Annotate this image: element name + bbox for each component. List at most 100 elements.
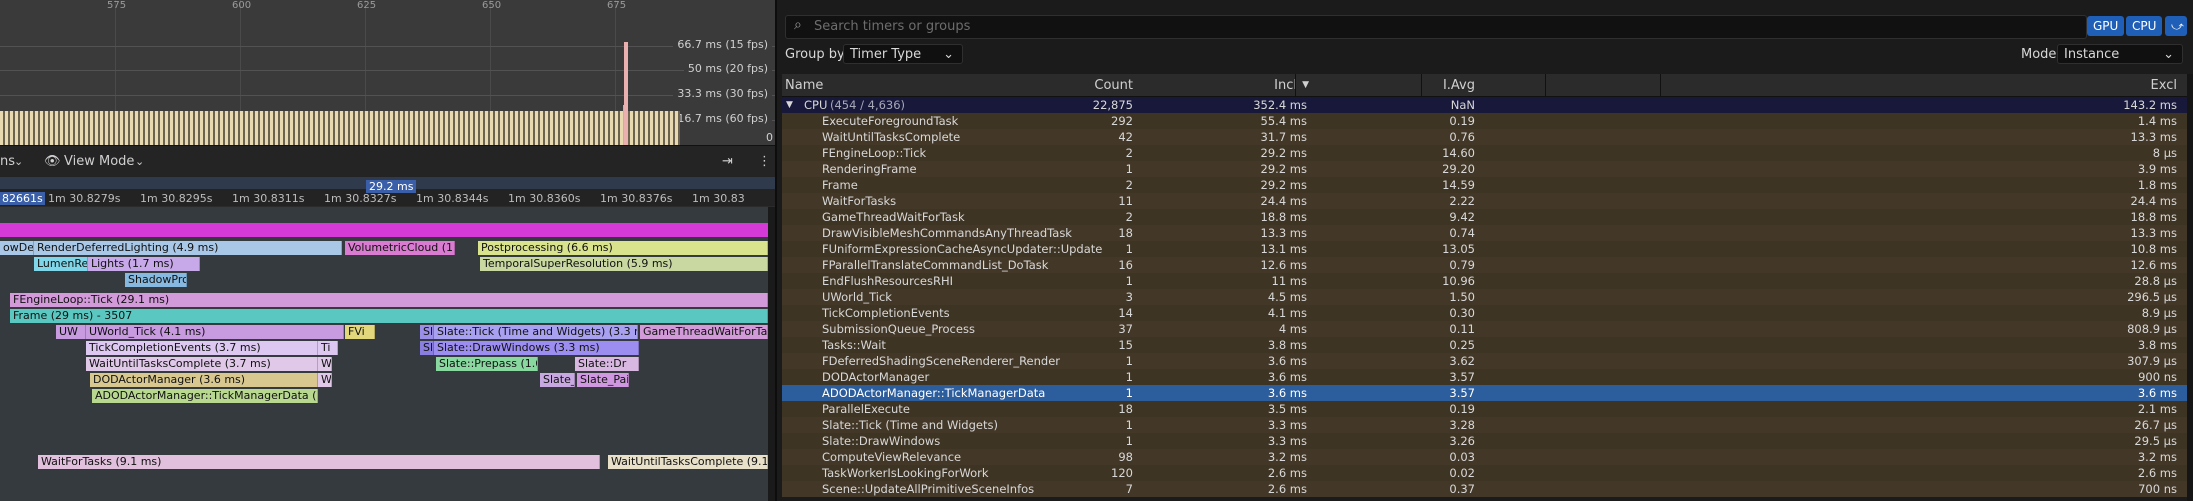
table-row[interactable]: Scene::UpdateAllPrimitiveSceneInfos 7 2.6 … bbox=[782, 481, 2187, 497]
frames-graph[interactable]: 575 600 625 650 675 66.7 ms (15 fps) 50 … bbox=[0, 0, 775, 145]
table-row[interactable]: Tasks::Wait 15 3.8 ms 0.25 3.8 ms bbox=[782, 337, 2187, 353]
table-row-selected[interactable]: ADODActorManager::TickManagerData 1 3.6 ms… bbox=[782, 385, 2187, 401]
row-avg: NaN bbox=[1450, 98, 1475, 112]
timing-event[interactable]: Slate::Prepass (1.6 bbox=[436, 357, 538, 371]
table-row[interactable]: GameThreadWaitForTask 2 18.8 ms 9.42 18.8 ms bbox=[782, 209, 2187, 225]
timing-event[interactable]: DODActorManager (3.6 ms) bbox=[90, 373, 318, 387]
collapse-icon[interactable]: ▼ bbox=[786, 97, 793, 113]
timing-tracks[interactable]: owDe RenderDeferredLighting (4.9 ms) Vol… bbox=[0, 207, 768, 501]
timing-event[interactable]: Slate::Dr bbox=[575, 357, 639, 371]
view-mode-button[interactable]: View Mode bbox=[64, 154, 134, 169]
table-row[interactable]: FUniformExpressionCacheAsyncUpdater::Upd… bbox=[782, 241, 2187, 257]
timing-event[interactable]: UWorld_Tick (4.1 ms) bbox=[86, 325, 344, 339]
row-avg: 10.96 bbox=[1442, 274, 1475, 288]
row-avg: 14.60 bbox=[1442, 146, 1475, 160]
timing-event[interactable]: RenderDeferredLighting (4.9 ms) bbox=[34, 241, 342, 255]
timing-event[interactable]: LumenRef bbox=[34, 257, 88, 271]
table-row[interactable]: FDeferredShadingSceneRenderer_Render 1 3.6… bbox=[782, 353, 2187, 369]
table-row[interactable]: Slate::Tick (Time and Widgets) 1 3.3 ms 3.2… bbox=[782, 417, 2187, 433]
timing-event[interactable]: TickCompletionEvents (3.7 ms) bbox=[86, 341, 318, 355]
table-row[interactable]: Slate::DrawWindows 1 3.3 ms 3.26 29.5 μs bbox=[782, 433, 2187, 449]
frame-bars bbox=[0, 105, 680, 145]
table-row[interactable]: DODActorManager 1 3.6 ms 3.57 900 ns bbox=[782, 369, 2187, 385]
row-excl: 3.6 ms bbox=[2137, 386, 2177, 400]
table-row[interactable]: FEngineLoop::Tick 2 29.2 ms 14.60 8 μs bbox=[782, 145, 2187, 161]
timing-event[interactable]: WaitForTasks (9.1 ms) bbox=[38, 455, 600, 469]
search-input[interactable]: ⌕ Search timers or groups bbox=[785, 15, 2087, 39]
timing-event[interactable]: VolumetricCloud (1. bbox=[345, 241, 455, 255]
timing-event[interactable]: UW bbox=[56, 325, 86, 339]
col-header-count[interactable]: Count bbox=[1094, 78, 1133, 93]
table-row[interactable]: ▼ CPU (454 / 4,636) 22,875 352.4 ms NaN … bbox=[782, 97, 2187, 113]
timing-event[interactable]: Slate_Pai bbox=[577, 373, 629, 387]
mode-dropdown[interactable]: Instance ⌄ bbox=[2057, 44, 2183, 64]
col-header-excl[interactable]: Excl bbox=[2151, 78, 2177, 93]
row-excl: 13.3 ms bbox=[2130, 130, 2177, 144]
timing-event[interactable]: TemporalSuperResolution (5.9 ms) bbox=[480, 257, 768, 271]
row-incl: 29.2 ms bbox=[1260, 146, 1307, 160]
table-row[interactable]: FParallelTranslateCommandList_DoTask 16 12… bbox=[782, 257, 2187, 273]
chevron-down-icon[interactable]: ⌄ bbox=[14, 155, 23, 168]
time-ruler[interactable]: 29.2 ms 82661s 1m 30.8279s 1m 30.8295s 1… bbox=[0, 176, 775, 206]
col-header-avg[interactable]: I.Avg bbox=[1443, 78, 1475, 93]
table-row[interactable]: ExecuteForegroundTask 292 55.4 ms 0.19 1.4 m… bbox=[782, 113, 2187, 129]
table-row[interactable]: UWorld_Tick 3 4.5 ms 1.50 296.5 μs bbox=[782, 289, 2187, 305]
row-avg: 0.19 bbox=[1449, 114, 1475, 128]
col-header-incl[interactable]: Incl bbox=[1274, 78, 1297, 93]
row-avg: 3.62 bbox=[1449, 354, 1475, 368]
table-row[interactable]: WaitUntilTasksComplete 42 31.7 ms 0.76 13.3 … bbox=[782, 129, 2187, 145]
timing-event[interactable]: Slate::Tick (Time and Widgets) (3.3 ms) bbox=[434, 325, 638, 339]
timing-event[interactable]: Sl bbox=[420, 341, 434, 355]
row-excl: 13.3 ms bbox=[2130, 226, 2177, 240]
row-name: Slate::Tick (Time and Widgets) bbox=[822, 418, 998, 432]
row-incl: 3.8 ms bbox=[1267, 338, 1307, 352]
timing-event[interactable]: FEngineLoop::Tick (29.1 ms) bbox=[10, 293, 768, 307]
timing-event[interactable]: Slate_ bbox=[540, 373, 575, 387]
more-options-icon[interactable]: ⋮ bbox=[758, 154, 771, 169]
table-row[interactable]: ParallelExecute 18 3.5 ms 0.19 2.1 ms bbox=[782, 401, 2187, 417]
timing-event[interactable]: owDe bbox=[0, 241, 34, 255]
table-row[interactable]: ComputeViewRelevance 98 3.2 ms 0.03 3.2 ms bbox=[782, 449, 2187, 465]
row-name: Frame bbox=[822, 178, 858, 192]
link-icon[interactable]: ⤻ bbox=[2165, 16, 2187, 36]
row-excl: 10.8 ms bbox=[2130, 242, 2177, 256]
table-row[interactable]: Frame 2 29.2 ms 14.59 1.8 ms bbox=[782, 177, 2187, 193]
timing-event[interactable]: Postprocessing (6.6 ms) bbox=[478, 241, 768, 255]
table-row[interactable]: RenderingFrame 1 29.2 ms 29.20 3.9 ms bbox=[782, 161, 2187, 177]
row-incl: 3.2 ms bbox=[1267, 450, 1307, 464]
table-row[interactable]: SubmissionQueue_Process 37 4 ms 0.11 808.9 μ… bbox=[782, 321, 2187, 337]
row-count: 1 bbox=[1125, 354, 1133, 368]
table-row[interactable]: TaskWorkerIsLookingForWork 120 2.6 ms 0.02 2… bbox=[782, 465, 2187, 481]
row-count: 7 bbox=[1125, 482, 1133, 496]
timing-event[interactable]: Sl bbox=[420, 325, 434, 339]
timing-event[interactable]: WaitUntilTasksComplete (9.1 m bbox=[608, 455, 768, 469]
row-name: WaitUntilTasksComplete bbox=[822, 130, 961, 144]
timing-event[interactable]: W bbox=[318, 357, 332, 371]
table-scrollbar[interactable] bbox=[2187, 74, 2193, 501]
timing-event[interactable]: Ti bbox=[318, 341, 338, 355]
table-row[interactable]: WaitForTasks 11 24.4 ms 2.22 24.4 ms bbox=[782, 193, 2187, 209]
timing-event[interactable]: GameThreadWaitForTask bbox=[640, 325, 768, 339]
table-row[interactable]: EndFlushResourcesRHI 1 11 ms 10.96 28.8 μs bbox=[782, 273, 2187, 289]
timing-event[interactable]: Slate::DrawWindows (3.3 ms) bbox=[434, 341, 639, 355]
eye-icon[interactable]: 👁 bbox=[44, 154, 61, 169]
timing-event[interactable]: W bbox=[318, 373, 332, 387]
chevron-down-icon[interactable]: ⌄ bbox=[135, 155, 144, 168]
row-name: ParallelExecute bbox=[822, 402, 910, 416]
timing-scrollbar[interactable] bbox=[768, 207, 775, 501]
row-excl: 28.8 μs bbox=[2134, 274, 2177, 288]
cpu-button[interactable]: CPU bbox=[2126, 16, 2163, 36]
timing-event[interactable]: Lights (1.7 ms) bbox=[88, 257, 200, 271]
table-row[interactable]: DrawVisibleMeshCommandsAnyThreadTask 18 13… bbox=[782, 225, 2187, 241]
col-header-name[interactable]: Name bbox=[785, 78, 823, 93]
jump-to-end-icon[interactable]: ⇥ bbox=[722, 154, 733, 169]
timing-event[interactable]: Frame (29 ms) - 3507 bbox=[10, 309, 768, 323]
timing-event[interactable]: ShadowPro bbox=[125, 273, 187, 287]
row-incl: 4 ms bbox=[1278, 322, 1307, 336]
timing-event[interactable]: ADODActorManager::TickManagerData (3.6 bbox=[92, 389, 318, 403]
table-row[interactable]: TickCompletionEvents 14 4.1 ms 0.30 8.9 μs bbox=[782, 305, 2187, 321]
group-by-dropdown[interactable]: Timer Type ⌄ bbox=[843, 44, 963, 64]
timing-event[interactable]: FVi bbox=[345, 325, 375, 339]
timing-event[interactable]: WaitUntilTasksComplete (3.7 ms) bbox=[86, 357, 318, 371]
gpu-button[interactable]: GPU bbox=[2087, 16, 2125, 36]
